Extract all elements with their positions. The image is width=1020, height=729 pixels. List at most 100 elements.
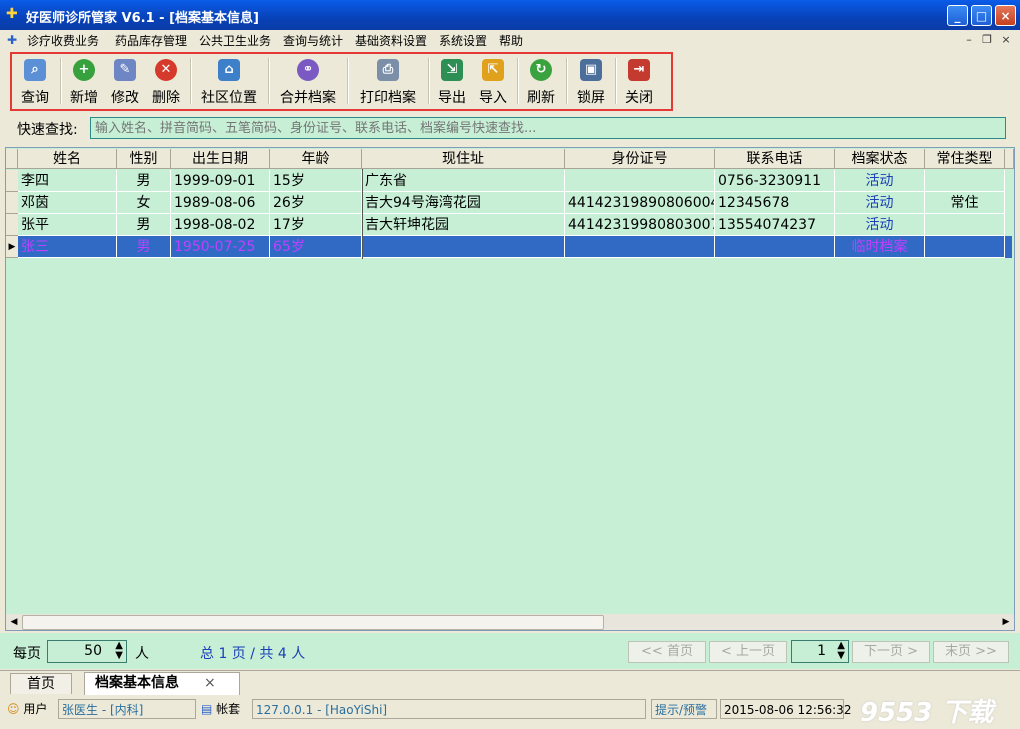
cell-id-no[interactable]: 441423198908060042 [565, 192, 715, 214]
cell-age[interactable]: 65岁 [270, 236, 362, 258]
cell-birth[interactable]: 1999-09-01 [171, 170, 270, 192]
table-row[interactable]: 邓茵女 1989-08-06 26岁 吉大94号海湾花园 441423198908060… [6, 192, 1012, 214]
toolbar-lock-screen-button[interactable]: ▣ 锁屏 [570, 54, 612, 108]
column-header-name[interactable]: 姓名 [18, 149, 117, 169]
cell-age[interactable]: 26岁 [270, 192, 362, 214]
menu-query-stats[interactable]: 查询与统计 [283, 32, 343, 49]
last-page-button[interactable]: 末页 >> [933, 641, 1009, 663]
toolbar-merge-button[interactable]: ⚭ 合并档案 [273, 54, 343, 108]
column-header-record-status[interactable]: 档案状态 [835, 149, 925, 169]
row-indicator[interactable] [6, 214, 18, 236]
toolbar-add-button[interactable]: + 新增 [63, 54, 105, 108]
cell-status[interactable]: 活动 [835, 192, 925, 214]
cell-address[interactable]: 广东省 [362, 170, 565, 192]
row-indicator[interactable] [6, 192, 18, 214]
menu-system-settings[interactable]: 系统设置 [439, 32, 487, 49]
column-header-gender[interactable]: 性别 [117, 149, 171, 169]
tab-record-info[interactable]: 档案基本信息 × [84, 672, 240, 695]
toolbar-delete-button[interactable]: ✕ 删除 [145, 54, 187, 108]
quick-search-input[interactable] [90, 117, 1006, 139]
column-header-address[interactable]: 现住址 [362, 149, 565, 169]
cell-address[interactable] [362, 236, 565, 258]
prev-page-button[interactable]: < 上一页 [709, 641, 787, 663]
toolbar-close-button[interactable]: ⇥ 关闭 [618, 54, 660, 108]
cell-phone[interactable]: 12345678 [715, 192, 835, 214]
table-row[interactable]: ▶ 张三男 1950-07-25 65岁 临时档案 [6, 236, 1012, 258]
cell-status[interactable]: 活动 [835, 214, 925, 236]
page-number-value: 1 [817, 643, 826, 659]
mdi-close-icon[interactable]: × [999, 33, 1013, 47]
cell-birth[interactable]: 1998-08-02 [171, 214, 270, 236]
cell-status[interactable]: 临时档案 [835, 236, 925, 258]
cell-name[interactable]: 李四 [18, 170, 117, 192]
menu-diagnosis-billing[interactable]: 诊疗收费业务 [27, 32, 99, 49]
stepper-down-icon[interactable]: ▼ [115, 651, 123, 661]
cell-name[interactable]: 张平 [18, 214, 117, 236]
cell-gender[interactable]: 女 [117, 192, 171, 214]
cell-address[interactable]: 吉大94号海湾花园 [362, 192, 565, 214]
cell-residence[interactable] [925, 170, 1005, 192]
scrollbar-thumb[interactable] [22, 615, 604, 630]
cell-gender[interactable]: 男 [117, 236, 171, 258]
next-page-button[interactable]: 下一页 > [852, 641, 930, 663]
toolbar-edit-button[interactable]: ✎ 修改 [104, 54, 146, 108]
menu-public-health[interactable]: 公共卫生业务 [199, 32, 271, 49]
cell-name[interactable]: 邓茵 [18, 192, 117, 214]
scroll-left-icon[interactable]: ◀ [7, 615, 21, 629]
cell-address[interactable]: 吉大轩坤花园 [362, 214, 565, 236]
toolbar-refresh-button[interactable]: ↻ 刷新 [520, 54, 562, 108]
tab-close-icon[interactable]: × [204, 673, 216, 694]
cell-birth[interactable]: 1950-07-25 [171, 236, 270, 258]
toolbar-print-button[interactable]: ⎙ 打印档案 [352, 54, 424, 108]
app-menu-icon[interactable]: ✚ [7, 33, 21, 47]
cell-phone[interactable]: 0756-3230911 [715, 170, 835, 192]
mdi-minimize-icon[interactable]: – [962, 33, 976, 47]
cell-id-no[interactable] [565, 170, 715, 192]
cell-age[interactable]: 17岁 [270, 214, 362, 236]
cell-age[interactable]: 15岁 [270, 170, 362, 192]
cell-residence[interactable] [925, 236, 1005, 258]
cell-name[interactable]: 张三 [18, 236, 117, 258]
cell-id-no[interactable]: 441423199808030076 [565, 214, 715, 236]
per-page-stepper[interactable]: 50 ▲ ▼ [47, 640, 127, 663]
column-header-age[interactable]: 年龄 [270, 149, 362, 169]
first-page-button[interactable]: << 首页 [628, 641, 706, 663]
menu-drug-inventory[interactable]: 药品库存管理 [115, 32, 187, 49]
cell-id-no[interactable] [565, 236, 715, 258]
hint-warning-button[interactable]: 提示/预警 [651, 699, 717, 719]
cell-phone[interactable] [715, 236, 835, 258]
cell-gender[interactable]: 男 [117, 214, 171, 236]
close-button[interactable]: × [995, 5, 1016, 26]
maximize-button[interactable]: □ [971, 5, 992, 26]
mdi-restore-icon[interactable]: ❐ [980, 33, 994, 47]
minimize-button[interactable]: _ [947, 5, 968, 26]
printer-icon: ⎙ [377, 59, 399, 81]
toolbar-import-button[interactable]: ⇱ 导入 [472, 54, 514, 108]
toolbar-query-button[interactable]: ⌕ 查询 [14, 54, 56, 108]
cell-phone[interactable]: 13554074237 [715, 214, 835, 236]
menu-basic-data[interactable]: 基础资料设置 [355, 32, 427, 49]
table-row[interactable]: 李四男 1999-09-01 15岁 广东省 0756-3230911 活动 [6, 170, 1012, 192]
toolbar-community-location-button[interactable]: ⌂ 社区位置 [194, 54, 264, 108]
cell-gender[interactable]: 男 [117, 170, 171, 192]
column-header-id-number[interactable]: 身份证号 [565, 149, 715, 169]
cell-residence[interactable]: 常住 [925, 192, 1005, 214]
table-row[interactable]: 张平男 1998-08-02 17岁 吉大轩坤花园 441423199808030076… [6, 214, 1012, 236]
row-indicator[interactable]: ▶ [6, 236, 18, 258]
location-icon: ⌂ [218, 59, 240, 81]
cell-status[interactable]: 活动 [835, 170, 925, 192]
column-header-phone[interactable]: 联系电话 [715, 149, 835, 169]
column-header-birth-date[interactable]: 出生日期 [171, 149, 270, 169]
page-number-stepper[interactable]: 1 ▲ ▼ [791, 640, 849, 663]
cell-residence[interactable] [925, 214, 1005, 236]
menu-help[interactable]: 帮助 [499, 32, 523, 49]
column-header-residence-type[interactable]: 常住类型 [925, 149, 1005, 169]
cell-birth[interactable]: 1989-08-06 [171, 192, 270, 214]
row-indicator[interactable] [6, 170, 18, 192]
tab-home[interactable]: 首页 [10, 673, 72, 694]
scroll-right-icon[interactable]: ▶ [999, 615, 1013, 629]
stepper-down-icon[interactable]: ▼ [837, 651, 845, 661]
status-account-label: 帐套 [216, 702, 241, 716]
toolbar-separator [60, 58, 62, 104]
toolbar-export-button[interactable]: ⇲ 导出 [431, 54, 473, 108]
